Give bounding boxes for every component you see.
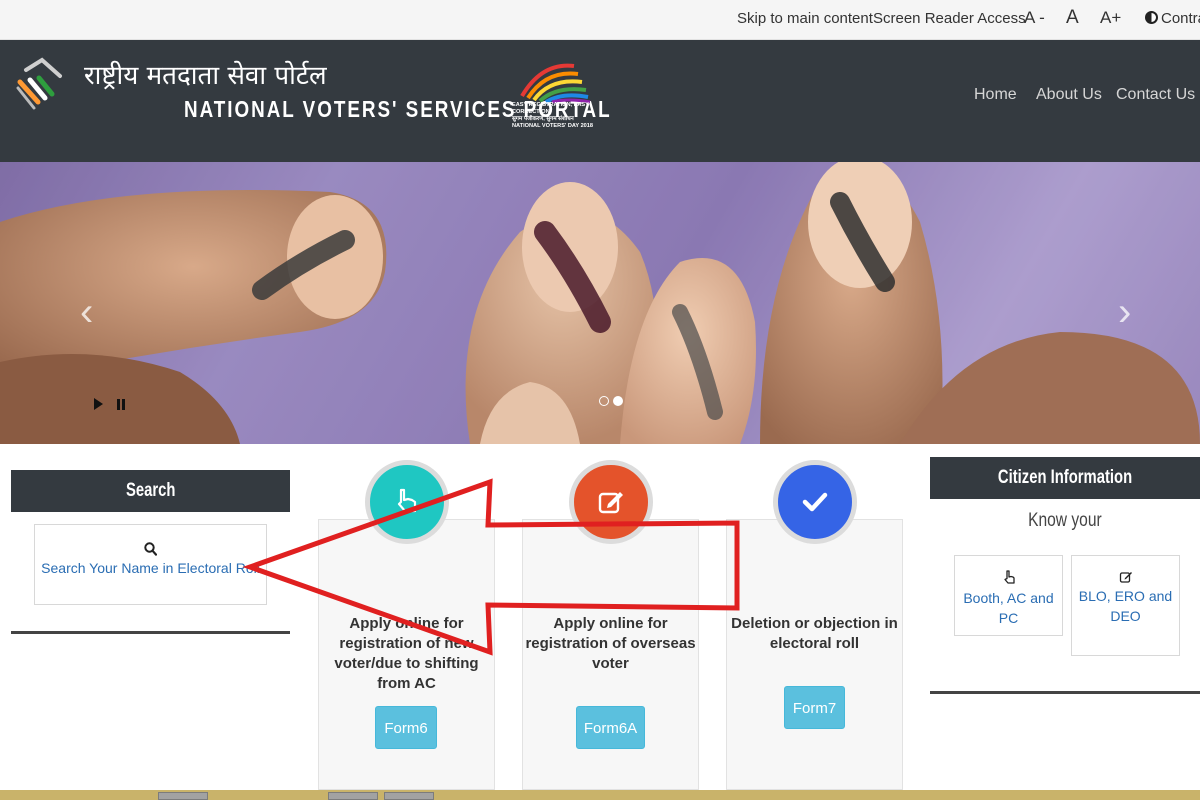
form6-button[interactable]: Form6 — [375, 706, 437, 749]
carousel-pause-icon[interactable] — [117, 399, 125, 410]
booth-ac-pc-label: Booth, AC and PC — [963, 590, 1054, 626]
carousel-indicator-1[interactable] — [599, 396, 609, 406]
accessibility-bar: Skip to main content Screen Reader Acces… — [0, 0, 1200, 40]
screen-reader-access-link[interactable]: Screen Reader Access — [873, 10, 1026, 27]
taskbar-app-icon[interactable] — [158, 792, 208, 800]
taskbar-app-icon[interactable] — [328, 792, 378, 800]
nvd-caption-line: सुगम पंजीकरण, सुगम संशोधन — [512, 116, 574, 122]
service-icon-circle — [569, 460, 653, 544]
taskbar-app-icon[interactable] — [384, 792, 434, 800]
search-heading-text: Search — [125, 480, 176, 501]
search-electoral-roll-label: Search Your Name in Electoral Roll — [41, 560, 260, 576]
form6a-button[interactable]: Form6A — [576, 706, 645, 749]
citizen-heading-text: Citizen Information — [997, 467, 1133, 488]
font-decrease-button[interactable]: A - — [1024, 8, 1045, 28]
font-normal-button[interactable]: A — [1066, 7, 1079, 29]
nvd-caption-line: NATIONAL VOTERS' DAY 2018 — [512, 123, 594, 129]
know-your-subheading: Know your — [930, 510, 1200, 532]
citizen-information-heading: Citizen Information — [930, 457, 1200, 499]
edit-icon — [598, 492, 623, 514]
service-description: Deletion or objection in electoral roll — [731, 615, 898, 652]
search-panel-heading: Search — [11, 470, 290, 512]
check-icon — [802, 492, 828, 512]
national-voters-day-caption: EASY REGISTRATION, EASY CORRECTION सुगम … — [512, 102, 598, 130]
nav-home-link[interactable]: Home — [974, 86, 1017, 104]
blo-ero-deo-link[interactable]: BLO, ERO and DEO — [1071, 555, 1180, 656]
eci-logo-icon — [16, 57, 62, 110]
search-electoral-roll-link[interactable]: Search Your Name in Electoral Roll — [34, 524, 267, 605]
carousel-next-icon[interactable]: › — [1118, 290, 1131, 335]
edit-icon — [1119, 572, 1132, 583]
contrast-toggle[interactable]: Contra — [1145, 10, 1200, 27]
portal-title-hindi: राष्ट्रीय मतदाता सेवा पोर्टल — [84, 61, 327, 91]
nav-contact-us-link[interactable]: Contact Us — [1116, 86, 1195, 104]
contrast-icon — [1145, 11, 1158, 24]
skip-to-main-link[interactable]: Skip to main content — [737, 10, 873, 27]
carousel-prev-icon[interactable]: ‹ — [80, 290, 93, 335]
service-icon-circle — [773, 460, 857, 544]
contrast-label: Contra — [1161, 10, 1200, 27]
know-your-text: Know your — [1028, 510, 1102, 531]
citizen-panel-divider — [930, 691, 1200, 694]
service-description: Apply online for registration of new vot… — [334, 615, 479, 692]
search-icon — [144, 542, 157, 556]
hand-pointer-icon — [397, 488, 417, 513]
carousel-play-icon[interactable] — [94, 398, 103, 410]
service-icon-circle — [365, 460, 449, 544]
nvd-caption-line: EASY REGISTRATION, EASY CORRECTION — [512, 102, 589, 115]
nav-about-us-link[interactable]: About Us — [1036, 86, 1102, 104]
blo-ero-deo-label: BLO, ERO and DEO — [1078, 588, 1173, 624]
carousel-indicator-2[interactable] — [613, 396, 623, 406]
service-card-form7 — [726, 519, 903, 790]
hand-pointer-icon — [1003, 570, 1015, 584]
booth-ac-pc-link[interactable]: Booth, AC and PC — [954, 555, 1063, 636]
font-increase-button[interactable]: A+ — [1100, 8, 1121, 28]
search-panel-divider — [11, 631, 290, 634]
form7-button[interactable]: Form7 — [784, 686, 845, 729]
service-description: Apply online for registration of oversea… — [525, 615, 696, 672]
